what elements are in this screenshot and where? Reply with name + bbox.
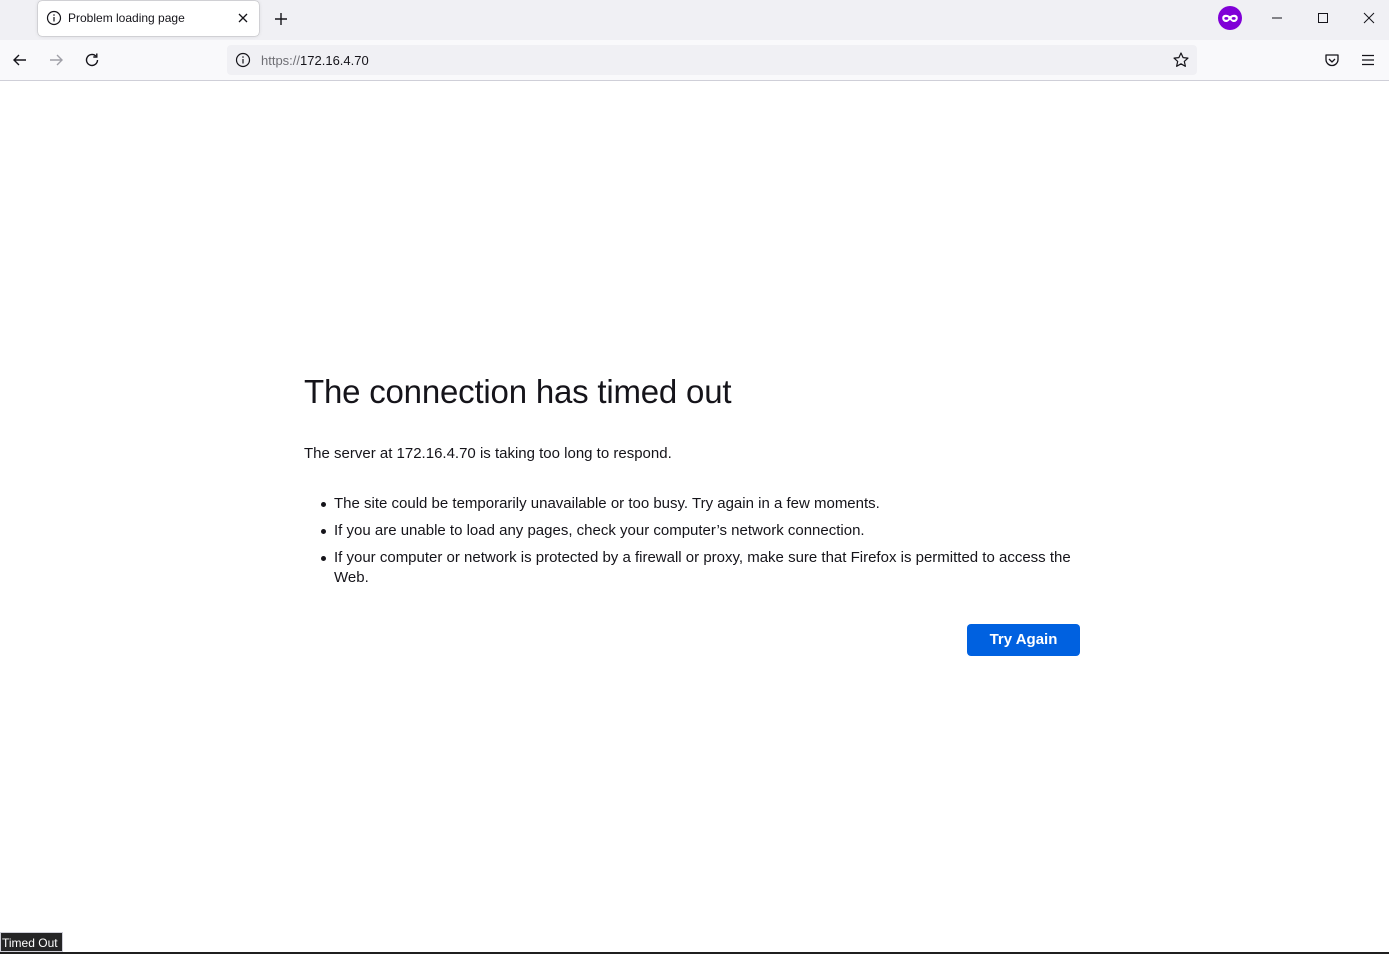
site-info-icon[interactable] <box>235 52 251 68</box>
error-suggestions-list: The site could be temporarily unavailabl… <box>320 494 1090 595</box>
back-arrow-icon[interactable] <box>11 51 29 69</box>
bookmark-star-icon[interactable] <box>1172 51 1190 69</box>
tab-strip: Problem loading page <box>0 0 1389 40</box>
list-item: If your computer or network is protected… <box>320 548 1090 588</box>
url-host: 172.16.4.70 <box>300 53 369 68</box>
window-close-icon[interactable] <box>1361 10 1377 26</box>
list-item: The site could be temporarily unavailabl… <box>320 494 1090 514</box>
tab-title: Problem loading page <box>68 11 185 25</box>
url-text[interactable]: https://172.16.4.70 <box>261 53 369 68</box>
error-title: The connection has timed out <box>304 373 732 410</box>
forward-arrow-icon[interactable] <box>47 51 65 69</box>
hamburger-menu-icon[interactable] <box>1359 51 1377 69</box>
try-again-button[interactable]: Try Again <box>967 624 1080 656</box>
pocket-icon[interactable] <box>1323 51 1341 69</box>
minimize-icon[interactable] <box>1269 10 1285 26</box>
private-browsing-mask-icon[interactable] <box>1218 6 1242 30</box>
url-bar[interactable]: https://172.16.4.70 <box>227 45 1197 75</box>
new-tab-icon[interactable] <box>272 10 290 28</box>
error-description: The server at 172.16.4.70 is taking too … <box>304 445 672 462</box>
navigation-toolbar: https://172.16.4.70 <box>0 40 1389 81</box>
maximize-icon[interactable] <box>1315 10 1331 26</box>
page-content: The connection has timed out The server … <box>0 81 1389 954</box>
reload-icon[interactable] <box>83 51 101 69</box>
list-item: If you are unable to load any pages, che… <box>320 521 1090 541</box>
close-tab-icon[interactable] <box>235 10 251 26</box>
url-scheme: https:// <box>261 53 301 68</box>
info-icon <box>46 10 62 26</box>
status-panel: Timed Out <box>0 932 63 952</box>
tab-active[interactable]: Problem loading page <box>38 1 259 36</box>
